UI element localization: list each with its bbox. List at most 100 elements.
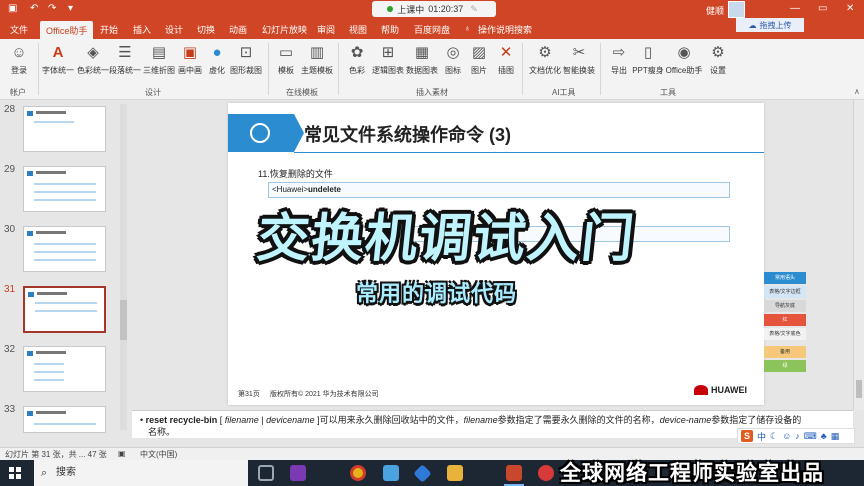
shirt-icon[interactable]: ♣ bbox=[821, 431, 827, 441]
recording-label: 上课中 bbox=[397, 4, 425, 15]
undo-icon[interactable]: ↶ bbox=[30, 3, 38, 14]
logic-chart-icon: ⊞ bbox=[381, 44, 395, 61]
button-label: 智能换装 bbox=[563, 66, 595, 75]
button-label: 色彩 bbox=[349, 66, 365, 75]
tab-office-assistant[interactable]: Office助手 bbox=[40, 21, 94, 39]
pin-icon[interactable]: ✎ bbox=[470, 4, 478, 15]
moon-icon[interactable]: ☾ bbox=[770, 431, 778, 442]
slide-thumbnail-selected[interactable] bbox=[23, 286, 106, 333]
theme-icon: ▥ bbox=[309, 44, 325, 61]
command-text: undelete bbox=[308, 185, 341, 194]
paint-icon[interactable] bbox=[383, 465, 399, 481]
illustration-button[interactable]: ✕ 插图 bbox=[486, 43, 526, 76]
tell-me-search[interactable]: 操作说明搜索 bbox=[478, 23, 532, 36]
keyboard-icon[interactable]: ⌨ bbox=[804, 431, 817, 442]
accessibility-icon[interactable]: ▣ bbox=[118, 449, 126, 458]
file-explorer-icon[interactable] bbox=[447, 465, 463, 481]
recording-indicator[interactable]: 上课中 01:20:37 ✎ bbox=[372, 1, 496, 17]
slide-thumbnail[interactable] bbox=[23, 106, 106, 152]
thumbnail-scrollbar[interactable] bbox=[120, 104, 127, 430]
tab-slideshow[interactable]: 幻灯片放映 bbox=[262, 23, 307, 36]
collapse-ribbon-icon[interactable]: ∧ bbox=[854, 87, 860, 96]
palette-swatch[interactable]: 备用 bbox=[764, 346, 806, 358]
slide-thumbnail[interactable] bbox=[23, 346, 106, 392]
redo-icon[interactable]: ↷ bbox=[48, 3, 56, 14]
palette-swatch[interactable]: 表格/文字边框 bbox=[764, 286, 806, 298]
scrollbar-thumb[interactable] bbox=[856, 380, 862, 398]
grid-icon[interactable]: ▦ bbox=[831, 431, 840, 442]
save-icon[interactable]: ▣ bbox=[8, 3, 17, 14]
windows-start-icon[interactable] bbox=[9, 467, 21, 479]
theme-template-button[interactable]: ▥ 主题模板 bbox=[297, 43, 337, 76]
thumbnail-number: 33 bbox=[4, 404, 16, 415]
palette-swatch[interactable]: 导航灰底 bbox=[764, 300, 806, 312]
tab-animations[interactable]: 动画 bbox=[229, 23, 247, 36]
minimize-button[interactable]: — bbox=[790, 3, 800, 14]
video-subtitle-overlay: 常用的调试代码 bbox=[356, 281, 518, 306]
slide-title[interactable]: 常见文件系统操作命令 (3) bbox=[304, 121, 511, 147]
smile-icon[interactable]: ☺ bbox=[782, 431, 791, 441]
slide-thumbnail[interactable] bbox=[23, 226, 106, 272]
customize-quick-access-icon[interactable]: ▾ bbox=[68, 3, 73, 14]
image-placeholder-icon bbox=[250, 123, 270, 143]
palette-swatch[interactable]: 绿 bbox=[764, 360, 806, 372]
assistant-icon: ◉ bbox=[677, 44, 691, 61]
thumbnail-number: 30 bbox=[4, 224, 16, 235]
close-button[interactable]: ✕ bbox=[846, 3, 854, 14]
avatar[interactable] bbox=[728, 1, 745, 18]
font-unify-button[interactable]: A 字体统一 bbox=[38, 43, 78, 76]
slide-thumbnail[interactable] bbox=[23, 166, 106, 212]
ime-toolbar[interactable]: S 中 ☾ ☺ ♪ ⌨ ♣ ▦ bbox=[737, 428, 855, 444]
ime-mode[interactable]: 中 bbox=[757, 430, 766, 443]
onenote-icon[interactable] bbox=[290, 465, 306, 481]
shape-crop-button[interactable]: ⊡ 图形裁图 bbox=[226, 43, 266, 76]
notes-command: reset recycle-bin bbox=[145, 415, 218, 425]
slide-bullet[interactable]: 11.恢复删除的文件 bbox=[258, 167, 333, 180]
screen-recorder-icon[interactable] bbox=[538, 465, 554, 481]
title-underline bbox=[294, 152, 764, 153]
editor-scrollbar[interactable] bbox=[853, 100, 864, 410]
language-indicator[interactable]: 中文(中国) bbox=[140, 449, 177, 460]
button-label: PPT瘦身 bbox=[632, 66, 664, 75]
scrollbar-thumb[interactable] bbox=[120, 300, 127, 340]
thumbnail-number: 29 bbox=[4, 164, 16, 175]
tab-help[interactable]: 帮助 bbox=[381, 23, 399, 36]
tab-view[interactable]: 视图 bbox=[349, 23, 367, 36]
ppt-slim-button[interactable]: ▯ PPT瘦身 bbox=[628, 43, 668, 76]
tab-home[interactable]: 开始 bbox=[100, 23, 118, 36]
user-name[interactable]: 健顺 bbox=[706, 4, 724, 17]
upload-button[interactable]: ☁ 拖拽上传 bbox=[736, 18, 804, 32]
taskbar-search[interactable]: ⌕ 搜索 bbox=[34, 460, 248, 486]
palette-swatch[interactable]: 常用语头 bbox=[764, 272, 806, 284]
recording-time: 01:20:37 bbox=[428, 4, 464, 14]
notes-arg: device-name bbox=[659, 415, 712, 425]
tab-baidu-netdisk[interactable]: 百度网盘 bbox=[414, 23, 450, 36]
smart-dress-button[interactable]: ✂ 智能换装 bbox=[559, 43, 599, 76]
notes-text: 参数指定了储存设备的 bbox=[711, 415, 802, 425]
settings-button[interactable]: ⚙ 设置 bbox=[698, 43, 738, 76]
palette-swatch[interactable]: 表格/文字底色 bbox=[764, 328, 806, 340]
login-icon: ☺ bbox=[11, 44, 27, 61]
task-view-icon[interactable] bbox=[258, 465, 274, 481]
button-label: Office助手 bbox=[665, 66, 703, 75]
maximize-button[interactable]: ▭ bbox=[818, 3, 827, 14]
mic-icon[interactable]: ♪ bbox=[795, 431, 800, 441]
palette-swatch[interactable]: 红 bbox=[764, 314, 806, 326]
tab-transitions[interactable]: 切换 bbox=[197, 23, 215, 36]
slim-icon: ▯ bbox=[643, 44, 653, 61]
slide-copyright: 版权所有© 2021 华为技术有限公司 bbox=[270, 391, 379, 398]
tab-file[interactable]: 文件 bbox=[10, 23, 28, 36]
app-diamond-icon[interactable] bbox=[413, 464, 432, 483]
notes-text: 参数指定了需要永久删除的文件的名称， bbox=[497, 415, 660, 425]
login-button[interactable]: ☺ 登录 bbox=[0, 43, 39, 76]
tab-design[interactable]: 设计 bbox=[165, 23, 183, 36]
tab-review[interactable]: 审阅 bbox=[317, 23, 335, 36]
tab-insert[interactable]: 插入 bbox=[133, 23, 151, 36]
powerpoint-icon[interactable] bbox=[504, 465, 524, 486]
button-label: 图形裁图 bbox=[230, 66, 262, 75]
title-bar: ▣ ↶ ↷ ▾ 上课中 01:20:37 ✎ 健顺 — ▭ ✕ bbox=[0, 0, 864, 19]
slide-thumbnail[interactable] bbox=[23, 406, 106, 433]
recording-dot-icon bbox=[387, 6, 394, 12]
chrome-icon[interactable] bbox=[350, 465, 366, 481]
export-icon: ⇨ bbox=[612, 44, 626, 61]
